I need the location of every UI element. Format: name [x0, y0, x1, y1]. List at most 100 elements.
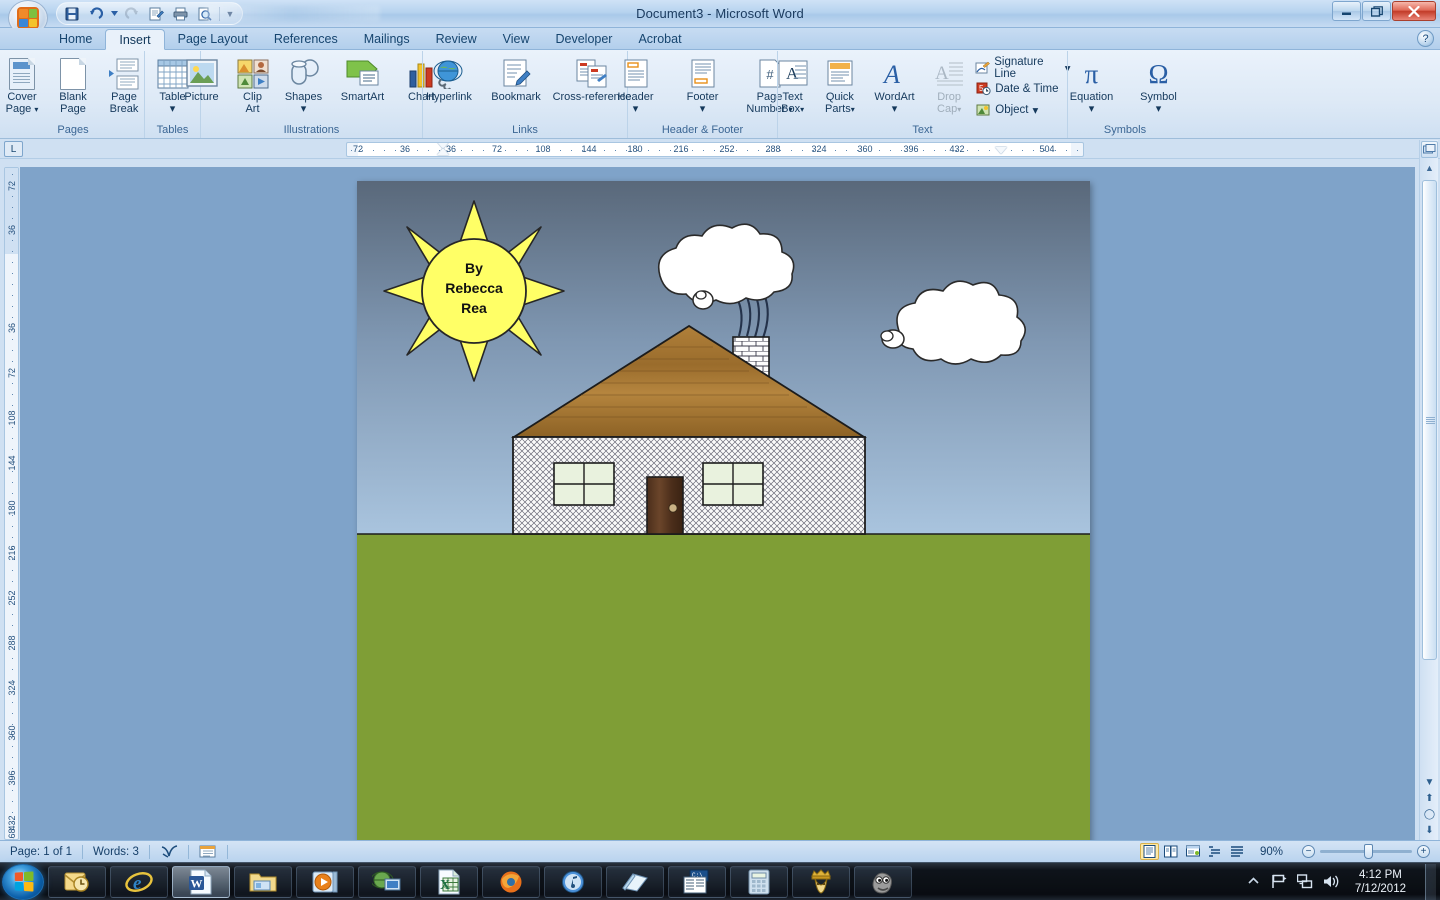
ruler-tick — [593, 150, 594, 151]
quick-parts-button[interactable]: Quick Parts▾ — [817, 55, 863, 116]
previous-page-button[interactable]: ⬆ — [1421, 790, 1438, 806]
tab-acrobat[interactable]: Acrobat — [625, 28, 694, 49]
tab-developer[interactable]: Developer — [542, 28, 625, 49]
ruler-tick-label: 36 — [399, 144, 411, 154]
taskbar-item-remote-desktop[interactable] — [358, 865, 416, 898]
tab-home[interactable]: Home — [46, 28, 105, 49]
symbol-button[interactable]: Ω Symbol ▾ — [1126, 55, 1192, 116]
document-page[interactable]: By Rebecca Rea — [357, 181, 1090, 840]
web-layout-view-button[interactable] — [1184, 843, 1203, 860]
ribbon-group-symbols: π Equation ▾ Ω Symbol ▾ Symbols — [1067, 51, 1182, 138]
network-icon[interactable] — [1297, 873, 1314, 890]
taskbar-item-command-prompt[interactable]: C:\ — [668, 865, 726, 898]
taskbar-item-outlook[interactable] — [48, 865, 106, 898]
header-button[interactable]: Header ▾ — [603, 55, 669, 115]
taskbar-item-excel[interactable]: X — [420, 865, 478, 898]
action-center-flag-icon[interactable] — [1271, 873, 1288, 890]
wordart-button[interactable]: A WordArt ▾ — [864, 55, 925, 115]
drop-cap-button[interactable]: A Drop Cap▾ — [926, 55, 972, 116]
spell-check-icon[interactable] — [150, 843, 188, 861]
house-and-sun-drawing[interactable]: By Rebecca Rea — [357, 181, 1090, 840]
window-right[interactable] — [702, 462, 764, 506]
hyperlink-button[interactable]: Hyperlink — [416, 55, 482, 103]
smartart-button[interactable]: SmartArt — [330, 55, 396, 103]
footer-button[interactable]: Footer ▾ — [670, 55, 736, 115]
equation-button[interactable]: π Equation ▾ — [1059, 55, 1125, 116]
right-indent-marker[interactable] — [995, 147, 1007, 154]
show-desktop-button[interactable] — [1425, 863, 1436, 900]
system-tray: 4:12 PM 7/12/2012 — [1245, 863, 1440, 900]
show-hidden-icons-icon[interactable] — [1245, 873, 1262, 890]
select-browse-object-icon[interactable] — [1421, 141, 1438, 158]
horizontal-ruler[interactable]: 72 36 36 72 108 144 180 216 252 288 324 360 396 432 50… — [346, 142, 1084, 157]
text-box-button[interactable]: A Text Box▾ — [770, 55, 816, 116]
document-canvas[interactable]: By Rebecca Rea — [20, 167, 1415, 840]
ruler-tick — [351, 150, 352, 151]
vertical-ruler-tick — [12, 636, 13, 637]
select-browse-object-button[interactable]: ◯ — [1421, 806, 1438, 822]
taskbar-item-calculator[interactable] — [730, 865, 788, 898]
vertical-scrollbar[interactable]: ▲ ▼ ⬆ ◯ ⬇ — [1419, 140, 1438, 840]
minimize-button[interactable] — [1332, 1, 1361, 21]
start-button[interactable] — [2, 863, 44, 900]
volume-icon[interactable] — [1323, 873, 1340, 890]
taskbar-item-notepad[interactable] — [606, 865, 664, 898]
page-indicator[interactable]: Page: 1 of 1 — [0, 843, 82, 861]
close-button[interactable] — [1392, 1, 1436, 21]
outline-view-button[interactable] — [1206, 843, 1225, 860]
tab-view[interactable]: View — [490, 28, 543, 49]
print-layout-view-button[interactable] — [1139, 843, 1159, 860]
taskbar-item-gimp[interactable] — [854, 865, 912, 898]
vertical-ruler-tick — [12, 438, 13, 439]
scroll-up-arrow[interactable]: ▲ — [1421, 160, 1438, 175]
taskbar-item-firefox[interactable] — [482, 865, 540, 898]
cover-page-button[interactable]: Cover Page ▾ — [0, 55, 47, 116]
vertical-ruler[interactable]: 72 36 36 72 108 144 180 216 252 288 324 360 396 432 46… — [4, 167, 19, 840]
clock[interactable]: 4:12 PM 7/12/2012 — [1349, 868, 1412, 896]
taskbar-item-solitaire[interactable] — [792, 865, 850, 898]
tab-page-layout[interactable]: Page Layout — [165, 28, 261, 49]
date-and-time-label: Date & Time — [995, 83, 1059, 95]
ruler-tick — [978, 150, 979, 151]
door[interactable] — [646, 476, 684, 535]
full-screen-reading-view-button[interactable] — [1162, 843, 1181, 860]
picture-button[interactable]: Picture — [177, 55, 227, 103]
taskbar-item-itunes[interactable] — [544, 865, 602, 898]
vertical-scroll-thumb[interactable] — [1422, 180, 1437, 660]
footer-label: Footer — [686, 91, 719, 103]
taskbar-item-internet-explorer[interactable]: e — [110, 865, 168, 898]
taskbar-item-windows-explorer[interactable] — [234, 865, 292, 898]
tab-stop-selector[interactable]: L — [4, 141, 23, 157]
scroll-down-arrow[interactable]: ▼ — [1421, 774, 1438, 790]
word-count-indicator[interactable]: Words: 3 — [83, 843, 149, 861]
bookmark-button[interactable]: Bookmark — [483, 55, 549, 103]
taskbar-item-media-player[interactable] — [296, 865, 354, 898]
ruler-tick — [681, 150, 682, 151]
language-icon[interactable] — [189, 843, 227, 861]
ruler-tick-label: 288 — [765, 144, 781, 154]
clip-art-button[interactable]: Clip Art — [228, 55, 278, 115]
next-page-button[interactable]: ⬇ — [1421, 822, 1438, 838]
hanging-indent-marker[interactable] — [437, 148, 449, 155]
smartart-label: SmartArt — [340, 91, 385, 103]
page-break-button[interactable]: Page Break — [99, 55, 149, 115]
draft-view-button[interactable] — [1228, 843, 1247, 860]
zoom-slider-track[interactable] — [1320, 844, 1412, 859]
shapes-button[interactable]: Shapes ▾ — [279, 55, 329, 115]
zoom-out-button[interactable]: − — [1302, 845, 1315, 858]
zoom-in-button[interactable]: + — [1417, 845, 1430, 858]
tab-mailings[interactable]: Mailings — [351, 28, 423, 49]
zoom-slider-handle[interactable] — [1364, 844, 1373, 859]
tab-review[interactable]: Review — [423, 28, 490, 49]
blank-page-button[interactable]: Blank Page — [48, 55, 98, 115]
tab-insert[interactable]: Insert — [105, 29, 165, 50]
vertical-ruler-tick — [12, 592, 13, 593]
tab-references[interactable]: References — [261, 28, 351, 49]
help-icon[interactable]: ? — [1417, 30, 1434, 47]
window-left[interactable] — [553, 462, 615, 506]
restore-button[interactable] — [1362, 1, 1391, 21]
vertical-ruler-tick — [12, 702, 13, 703]
zoom-slider[interactable]: − + — [1302, 844, 1430, 859]
taskbar-item-word[interactable]: W — [172, 865, 230, 898]
zoom-level-label[interactable]: 90% — [1250, 843, 1293, 861]
